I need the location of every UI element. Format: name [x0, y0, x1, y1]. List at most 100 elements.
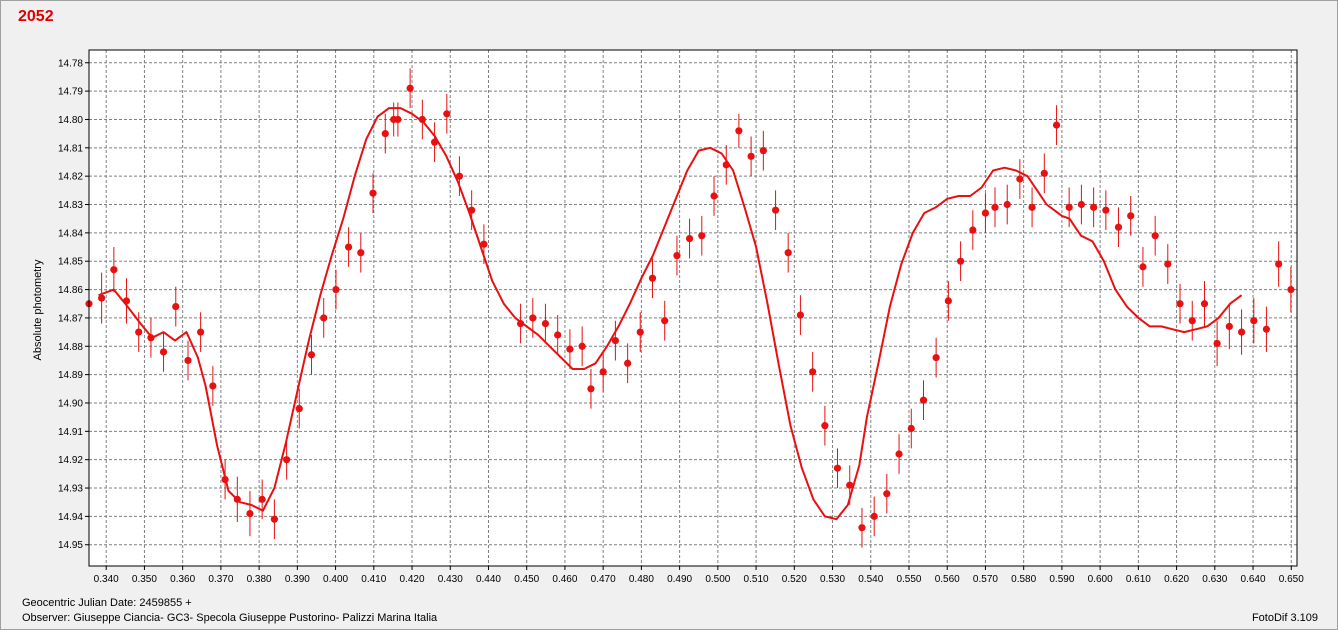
x-tick-label: 0.470	[591, 574, 616, 585]
data-point	[673, 251, 681, 260]
data-point	[858, 524, 866, 532]
data-point	[1139, 263, 1147, 271]
x-tick-label: 0.600	[1088, 574, 1113, 585]
data-point	[587, 385, 595, 393]
data-point	[636, 328, 644, 336]
y-axis-ticks: 14.78 14.79 14.80 14.81 14.82 14.83 14.84 14.85…	[58, 58, 89, 551]
data-point	[233, 495, 241, 503]
data-point	[1213, 339, 1221, 348]
y-tick-label: 14.91	[58, 427, 83, 438]
x-tick-label: 0.540	[858, 574, 883, 585]
x-tick-label: 0.490	[667, 574, 692, 585]
data-point	[541, 319, 550, 328]
y-tick-label: 14.89	[58, 370, 83, 381]
data-point	[332, 285, 340, 294]
data-point	[1164, 260, 1172, 268]
data-point	[981, 209, 990, 217]
data-point	[221, 475, 229, 484]
x-tick-label: 0.530	[820, 574, 845, 585]
x-tick-label: 0.350	[132, 574, 157, 585]
x-tick-label: 0.610	[1126, 574, 1151, 585]
data-point	[932, 354, 940, 362]
x-tick-label: 0.360	[170, 574, 195, 585]
y-tick-label: 14.94	[58, 512, 83, 523]
x-tick-label: 0.450	[514, 574, 539, 585]
data-point	[796, 311, 805, 319]
y-tick-label: 14.95	[58, 540, 83, 551]
data-point	[122, 297, 131, 305]
data-point	[307, 351, 316, 359]
data-point	[821, 422, 829, 430]
data-point	[516, 319, 525, 328]
data-point	[1065, 203, 1073, 211]
data-point	[1262, 325, 1271, 333]
data-point	[698, 232, 706, 240]
data-point	[969, 226, 977, 234]
x-tick-label: 0.440	[476, 574, 501, 585]
data-point	[1114, 223, 1123, 231]
data-point	[991, 203, 999, 211]
y-tick-label: 14.78	[58, 58, 83, 69]
y-tick-label: 14.85	[58, 257, 83, 268]
x-tick-label: 0.560	[935, 574, 960, 585]
x-tick-label: 0.380	[247, 574, 272, 585]
y-tick-label: 14.84	[58, 228, 83, 239]
x-tick-label: 0.340	[94, 574, 119, 585]
data-point	[430, 138, 439, 146]
data-point	[1040, 169, 1048, 177]
x-tick-label: 0.620	[1164, 574, 1189, 585]
data-point	[1016, 175, 1024, 183]
data-point	[184, 356, 192, 365]
data-point	[1275, 260, 1283, 268]
data-point	[381, 130, 389, 138]
data-point	[833, 464, 842, 472]
y-tick-label: 14.93	[58, 484, 83, 495]
data-point	[147, 334, 155, 342]
data-point	[406, 84, 414, 92]
data-point	[1102, 206, 1110, 214]
x-tick-label: 0.430	[438, 574, 463, 585]
data-point	[944, 297, 952, 305]
data-point	[1090, 203, 1098, 211]
x-tick-label: 0.590	[1049, 574, 1074, 585]
data-point	[784, 249, 792, 257]
x-tick-label: 0.370	[208, 574, 233, 585]
x-tick-label: 0.630	[1202, 574, 1227, 585]
observer-label: Observer: Giuseppe Ciancia- GC3- Specola…	[22, 612, 438, 624]
data-point	[110, 266, 118, 274]
data-point	[1200, 300, 1209, 308]
data-point	[480, 240, 488, 248]
plot-area	[89, 50, 1297, 566]
data-point	[1151, 232, 1159, 240]
y-tick-label: 14.86	[58, 285, 83, 296]
data-point	[98, 294, 106, 302]
x-tick-label: 0.650	[1279, 574, 1304, 585]
data-point	[320, 314, 328, 322]
data-point	[529, 314, 537, 322]
x-tick-label: 0.550	[896, 574, 921, 585]
data-point	[846, 481, 854, 489]
data-point	[759, 147, 767, 155]
x-tick-label: 0.480	[629, 574, 654, 585]
x-axis-ticks: 0.340 0.350 0.360 0.370 0.380 0.390 0.400 0.410…	[94, 566, 1304, 585]
software-label: FotoDif 3.109	[1251, 612, 1318, 624]
data-point	[1287, 285, 1295, 294]
data-point	[1188, 317, 1196, 325]
x-tick-label: 0.580	[1011, 574, 1036, 585]
data-point	[611, 337, 619, 345]
data-point	[135, 328, 143, 336]
data-point	[870, 512, 878, 520]
data-point	[209, 382, 217, 390]
data-point	[1077, 200, 1085, 209]
data-point	[710, 192, 718, 200]
data-point	[1127, 212, 1135, 220]
data-point	[895, 450, 903, 458]
data-point	[246, 509, 254, 518]
data-point	[418, 115, 426, 124]
data-point	[258, 495, 266, 503]
data-point	[1237, 328, 1246, 336]
data-point	[344, 243, 353, 251]
y-tick-label: 14.80	[58, 115, 83, 126]
data-point	[624, 359, 632, 367]
data-point	[1176, 300, 1184, 308]
